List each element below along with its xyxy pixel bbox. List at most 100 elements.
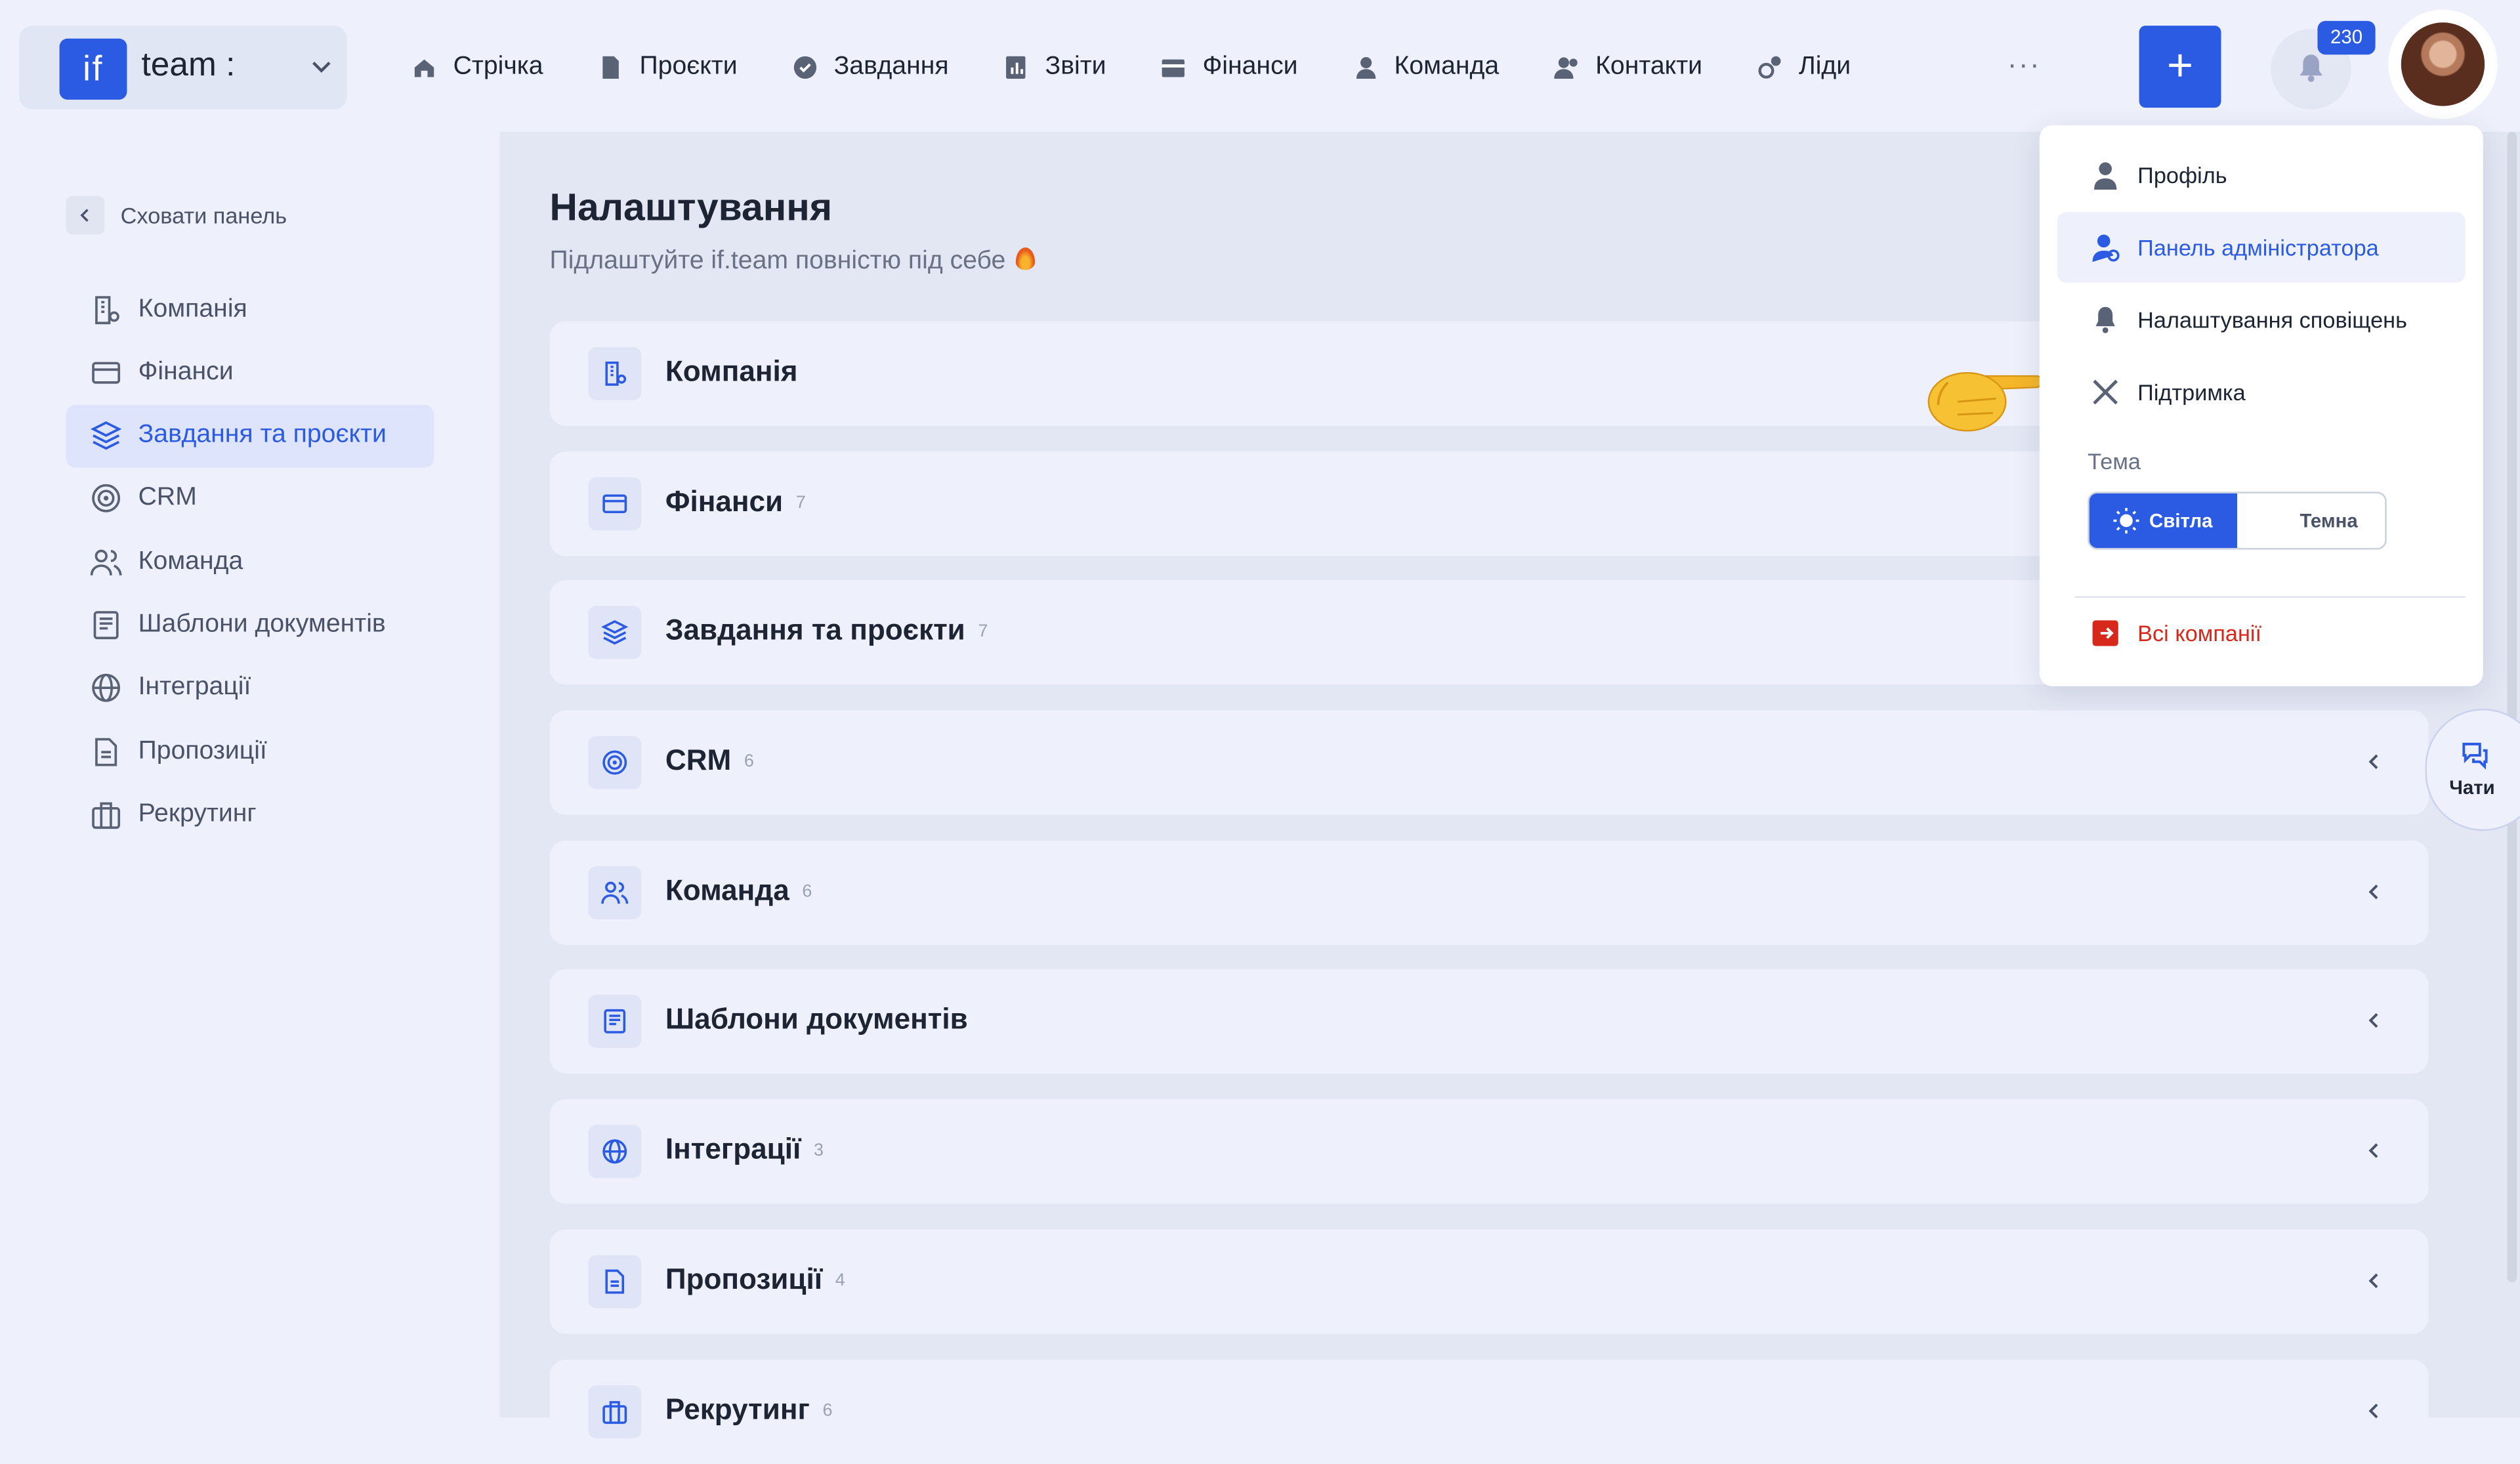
nav-item-feed[interactable]: Стрічка (411, 48, 543, 87)
section-doc-templates[interactable]: Шаблони документів (549, 969, 2429, 1074)
section-icon-box (588, 866, 642, 919)
target-icon (602, 750, 627, 775)
menu-item-notification-settings[interactable]: Налаштування сповіщень (2057, 284, 2466, 355)
section-integrations[interactable]: Інтеграції 3 (549, 1099, 2429, 1204)
briefcase-icon (602, 1401, 627, 1424)
main-nav: Стрічка Проєкти Завдання Звіти Фінанси К… (411, 48, 1905, 87)
section-proposals[interactable]: Пропозиції 4 (549, 1229, 2429, 1334)
admin-user-icon (2092, 234, 2120, 262)
user-avatar-button[interactable] (2388, 9, 2498, 119)
contacts-icon (1553, 57, 1577, 79)
sidebar-item-team[interactable]: Команда (66, 531, 434, 594)
theme-label: Тема (2088, 448, 2141, 474)
section-title: Завдання та проєкти (665, 614, 965, 646)
app-root: if team : Стрічка Проєкти Завдання Звіти (0, 0, 2520, 1464)
nav-label: Завдання (833, 52, 949, 81)
section-title: CRM (665, 743, 732, 776)
theme-light-option[interactable]: Світла (2089, 493, 2238, 549)
nav-label: Фінанси (1202, 52, 1298, 81)
sidebar-item-label: Рекрутинг (138, 800, 257, 827)
chevron-left-icon[interactable] (2364, 883, 2383, 902)
more-menu-button[interactable]: ··· (2007, 48, 2041, 81)
sidebar-item-label: Інтеграції (138, 673, 251, 701)
tools-icon (2093, 379, 2118, 405)
nav-item-finance[interactable]: Фінанси (1161, 48, 1298, 87)
workspace-switcher[interactable]: if team : (19, 26, 347, 110)
section-crm[interactable]: CRM 6 (549, 710, 2429, 815)
section-label: Шаблони документів (665, 1003, 980, 1036)
section-count: 7 (795, 493, 806, 513)
menu-item-profile[interactable]: Профіль (2057, 140, 2466, 211)
report-icon (1006, 56, 1026, 79)
company-settings-icon (605, 361, 627, 386)
theme-dark-option[interactable]: Темна (2237, 493, 2385, 548)
sidebar-item-doc-templates[interactable]: Шаблони документів (66, 594, 434, 657)
section-icon-box (588, 1385, 642, 1438)
section-count: 4 (835, 1271, 845, 1291)
person-icon (1355, 56, 1376, 79)
section-recruiting[interactable]: Рекрутинг 6 (549, 1359, 2429, 1464)
sidebar-item-label: Шаблони документів (138, 610, 386, 638)
sidebar-item-label: Завдання та проєкти (138, 421, 387, 449)
nav-item-team[interactable]: Команда (1353, 48, 1499, 87)
nav-item-reports[interactable]: Звіти (1003, 48, 1106, 87)
menu-item-label: Панель адміністратора (2137, 234, 2379, 261)
proposal-icon (95, 737, 117, 766)
users-icon (90, 549, 122, 575)
create-button[interactable]: + (2139, 26, 2221, 108)
sidebar-item-tasks-projects[interactable]: Завдання та проєкти (66, 404, 434, 467)
chevron-left-icon[interactable] (2364, 1141, 2383, 1160)
nav-item-contacts[interactable]: Контакти (1553, 48, 1702, 87)
section-count: 6 (802, 882, 812, 902)
chat-icon (2462, 742, 2488, 770)
section-title: Команда (665, 874, 789, 907)
chevron-left-icon[interactable] (2364, 1402, 2383, 1421)
profile-dropdown: Профіль Панель адміністратора Налаштуван… (2039, 125, 2483, 686)
brand-logo: if (59, 38, 127, 100)
globe-icon (602, 1139, 627, 1164)
sidebar-item-label: Пропозиції (138, 737, 267, 764)
section-team[interactable]: Команда 6 (549, 840, 2429, 946)
sidebar-item-integrations[interactable]: Інтеграції (66, 657, 434, 720)
nav-item-projects[interactable]: Проєкти (598, 48, 738, 87)
chevron-down-icon (312, 61, 331, 73)
menu-item-admin-panel[interactable]: Панель адміністратора (2057, 212, 2466, 283)
section-icon-box (588, 1255, 642, 1308)
menu-item-support[interactable]: Підтримка (2057, 357, 2466, 428)
globe-icon (92, 674, 121, 703)
section-title: Рекрутинг (665, 1393, 810, 1426)
document-icon (602, 56, 619, 79)
theme-light-label: Світла (2149, 509, 2213, 532)
nav-label: Проєкти (639, 52, 738, 81)
chevron-left-icon[interactable] (2364, 1011, 2383, 1030)
sun-icon (2114, 507, 2140, 534)
section-title: Компанія (665, 355, 798, 388)
chevron-left-icon[interactable] (2364, 752, 2383, 771)
sidebar-item-finance[interactable]: Фінанси (66, 341, 434, 404)
menu-item-all-companies[interactable]: Всі компанії (2057, 598, 2466, 669)
theme-switch: Світла Темна (2088, 491, 2387, 550)
scrollbar-thumb[interactable] (2507, 131, 2517, 1283)
section-count: 6 (822, 1401, 833, 1421)
nav-item-leads[interactable]: Ліди (1757, 48, 1851, 87)
sidebar-item-company[interactable]: Компанія (66, 278, 434, 341)
hide-panel-button[interactable]: Сховати панель (66, 196, 287, 235)
users-icon (601, 881, 629, 904)
section-count: 6 (744, 752, 754, 772)
sidebar-item-crm[interactable]: CRM (66, 467, 434, 530)
sidebar-item-label: CRM (138, 484, 197, 512)
sidebar-item-proposals[interactable]: Пропозиції (66, 720, 434, 783)
hide-panel-label: Сховати панель (120, 202, 287, 228)
briefcase-icon (92, 802, 121, 829)
section-icon-box (588, 477, 642, 531)
menu-item-label: Налаштування сповіщень (2137, 306, 2407, 333)
avatar (2401, 22, 2485, 106)
layers-icon (601, 620, 629, 645)
nav-item-tasks[interactable]: Завдання (792, 48, 949, 87)
chevron-left-icon[interactable] (2364, 1271, 2383, 1290)
proposal-icon (605, 1269, 625, 1294)
sidebar-item-recruiting[interactable]: Рекрутинг (66, 784, 434, 847)
section-icon-box (588, 346, 642, 400)
section-title: Інтеграції (665, 1133, 801, 1165)
nav-label: Звіти (1045, 52, 1106, 81)
